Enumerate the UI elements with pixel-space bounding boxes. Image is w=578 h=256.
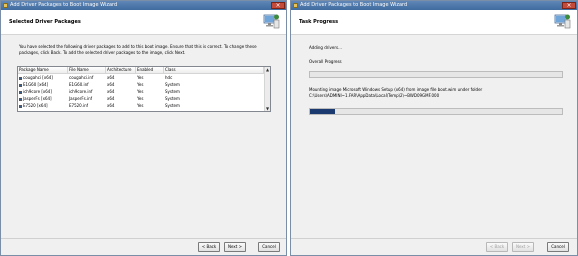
package-name-cell: JasperFs [x64] — [18, 95, 68, 102]
scroll-down-icon[interactable]: ▼ — [265, 106, 270, 111]
window-title: Add Driver Packages to Boot Image Wizard — [10, 2, 118, 8]
package-name-cell: ich9core [x64] — [18, 88, 68, 95]
description-text: You have selected the following driver p… — [19, 44, 257, 55]
back-button[interactable]: < Back — [486, 242, 508, 252]
title-bar: Add Driver Packages to Boot Image Wizard… — [291, 1, 577, 10]
file-name-cell: E7520.inf — [69, 103, 89, 108]
close-icon[interactable]: × — [271, 2, 285, 9]
enabled-cell: Yes — [137, 103, 144, 108]
architecture-cell: x64 — [107, 82, 115, 87]
page-title: Task Progress — [299, 19, 339, 25]
status-text: Adding drivers... — [309, 45, 342, 50]
package-name-cell: E7520 [x64] — [18, 102, 68, 109]
table-row[interactable]: E7520 [x64] E7520.inf x64 Yes System — [18, 102, 270, 109]
next-button[interactable]: Next > — [512, 242, 534, 252]
table-row[interactable]: E1G60 [x64] E1G60.inf x64 Yes System — [18, 81, 270, 88]
cancel-button[interactable]: Cancel — [258, 242, 280, 252]
back-button[interactable]: < Back — [198, 242, 220, 252]
title-bar: Add Driver Packages to Boot Image Wizard… — [1, 1, 286, 10]
scroll-up-icon[interactable]: ▲ — [265, 67, 270, 72]
wizard-computer-icon — [263, 14, 280, 29]
wizard-window-task-progress: Add Driver Packages to Boot Image Wizard… — [290, 0, 578, 256]
class-cell: System — [165, 103, 180, 108]
wizard-header: Selected Driver Packages — [1, 10, 286, 35]
checkbox[interactable] — [19, 97, 22, 101]
class-cell: hdc — [165, 75, 173, 80]
file-name-cell: JasperFs.inf — [69, 96, 93, 101]
overall-progress-label: Overall Progress — [309, 59, 342, 64]
architecture-cell: x64 — [107, 75, 115, 80]
wizard-window-selected-packages: Add Driver Packages to Boot Image Wizard… — [0, 0, 287, 256]
checkbox[interactable] — [19, 76, 22, 80]
cancel-button[interactable]: Cancel — [547, 242, 569, 252]
class-cell: System — [165, 82, 180, 87]
architecture-cell: x64 — [107, 103, 115, 108]
task-progress-fill — [310, 109, 336, 114]
table-row[interactable]: cougahci [x64] cougahci.inf x64 Yes hdc — [18, 74, 270, 81]
app-icon — [3, 3, 8, 8]
close-icon[interactable]: × — [562, 2, 576, 9]
checkbox[interactable] — [19, 104, 22, 108]
wizard-content: Adding drivers... Overall Progress Mount… — [291, 35, 577, 239]
package-name-cell: cougahci [x64] — [18, 74, 68, 81]
file-name-cell: cougahci.inf — [69, 75, 94, 80]
architecture-cell: x64 — [107, 96, 115, 101]
task-progress-bar — [309, 108, 563, 115]
table-row[interactable]: JasperFs [x64] JasperFs.inf x64 Yes Syst… — [18, 95, 270, 102]
next-button[interactable]: Next > — [224, 242, 246, 252]
column-header[interactable]: Class — [164, 67, 264, 73]
file-name-cell: ich9core.inf — [69, 89, 93, 94]
checkbox[interactable] — [19, 83, 22, 87]
page-title: Selected Driver Packages — [9, 19, 81, 25]
checkbox[interactable] — [19, 90, 22, 94]
wizard-footer: < Back Next > Cancel — [1, 238, 286, 255]
wizard-computer-icon — [554, 14, 571, 29]
vertical-scrollbar[interactable]: ▲ ▼ — [264, 67, 270, 111]
class-cell: System — [165, 89, 180, 94]
app-icon — [293, 3, 298, 8]
enabled-cell: Yes — [137, 82, 144, 87]
column-header[interactable]: File Name — [68, 67, 106, 73]
enabled-cell: Yes — [137, 75, 144, 80]
enabled-cell: Yes — [137, 96, 144, 101]
wizard-header: Task Progress — [291, 10, 577, 35]
driver-packages-table[interactable]: Package Name File Name Architecture Enab… — [17, 66, 271, 112]
table-row[interactable]: ich9core [x64] ich9core.inf x64 Yes Syst… — [18, 88, 270, 95]
detail-status-text: Mounting image Microsoft Windows Setup (… — [309, 87, 483, 98]
wizard-footer: < Back Next > Cancel — [291, 238, 577, 255]
architecture-cell: x64 — [107, 89, 115, 94]
column-header[interactable]: Architecture — [106, 67, 136, 73]
column-header[interactable]: Package Name — [18, 67, 68, 73]
window-title: Add Driver Packages to Boot Image Wizard — [300, 2, 408, 8]
overall-progress-bar — [309, 71, 563, 78]
table-header: Package Name File Name Architecture Enab… — [18, 67, 270, 74]
package-name-cell: E1G60 [x64] — [18, 81, 68, 88]
enabled-cell: Yes — [137, 89, 144, 94]
class-cell: System — [165, 96, 180, 101]
column-header[interactable]: Enabled — [136, 67, 164, 73]
file-name-cell: E1G60.inf — [69, 82, 89, 87]
